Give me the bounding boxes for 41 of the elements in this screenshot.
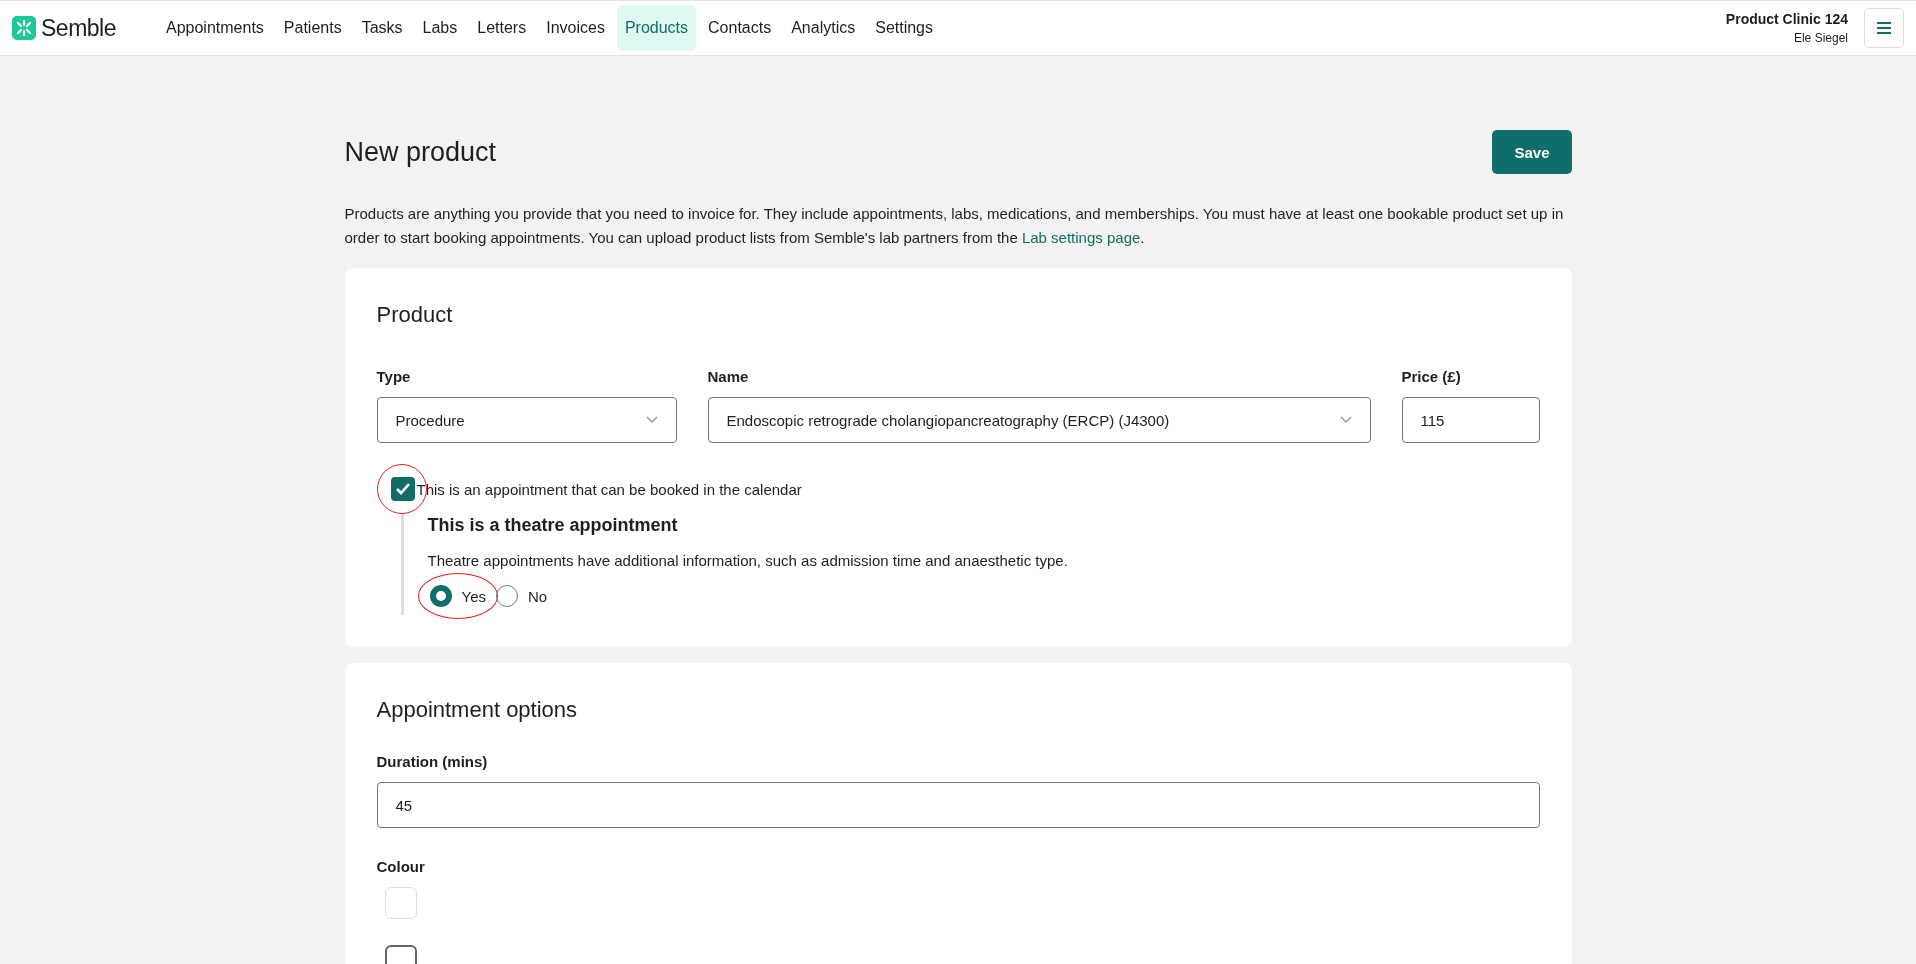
page-title: New product xyxy=(344,136,497,168)
nav-tab[interactable]: Analytics xyxy=(783,5,864,51)
radio-label: Yes xyxy=(461,587,486,605)
field-label: Colour xyxy=(376,858,426,875)
radio-button[interactable] xyxy=(429,585,452,607)
select-field[interactable]: Endoscopic retrograde cholangiopancreatography (ERCP) (J4300) xyxy=(707,397,1371,443)
logo-text: Semble xyxy=(41,14,116,42)
field-label: Price (£) xyxy=(1401,368,1462,385)
menu-button[interactable] xyxy=(1864,8,1904,48)
user-name: Ele Siegel xyxy=(1793,31,1848,45)
theatre-hint: Theatre appointments have additional information, such as admission time and anaesthetic type. xyxy=(427,552,1069,569)
description-text: Products are anything you provide that you need to invoice for. They include appointments, labs, medications, and memberships. You must have at least one bookable product set up in order to start booking appointments. You can upload product lists from Semble's lab partners from the Lab settings page. xyxy=(344,204,1565,248)
chevron-down-icon xyxy=(1339,416,1352,424)
card-heading: Product xyxy=(376,302,454,328)
logo-icon xyxy=(12,16,36,40)
lab-settings-link[interactable]: Lab settings page xyxy=(1021,229,1141,246)
input-field[interactable]: 45 xyxy=(376,782,1540,828)
nav-tab[interactable]: Settings xyxy=(867,5,941,51)
select-field[interactable]: Procedure xyxy=(376,397,677,443)
card-heading: Appointment options xyxy=(376,697,579,723)
clinic-name: Product Clinic 124 xyxy=(1725,11,1848,27)
checkmark-icon xyxy=(394,482,411,496)
nav-tab[interactable]: Invoices xyxy=(538,5,613,51)
checkbox[interactable] xyxy=(390,477,415,501)
nav-tab[interactable]: Contacts xyxy=(700,5,780,51)
nav-tab[interactable]: Tasks xyxy=(353,5,411,51)
theatre-heading: This is a theatre appointment xyxy=(427,515,679,536)
nav-tab[interactable]: Letters xyxy=(469,5,535,51)
input-field[interactable]: 115 xyxy=(1401,397,1540,443)
nav-tab[interactable]: Labs xyxy=(414,5,466,51)
nav-tab[interactable]: Products xyxy=(616,5,697,51)
radio-label: No xyxy=(528,587,548,605)
save-button[interactable]: Save xyxy=(1492,130,1572,174)
field-label: Type xyxy=(376,368,412,385)
field-label: Name xyxy=(707,368,750,385)
field-label: Duration (mins) xyxy=(376,753,489,770)
menu-icon xyxy=(1877,22,1891,34)
nav-tab[interactable]: Patients xyxy=(275,5,350,51)
chevron-down-icon xyxy=(645,416,658,424)
nav-tab[interactable]: Appointments xyxy=(158,5,272,51)
checkbox-label: This is an appointment that can be booked in the calendar xyxy=(416,480,802,498)
